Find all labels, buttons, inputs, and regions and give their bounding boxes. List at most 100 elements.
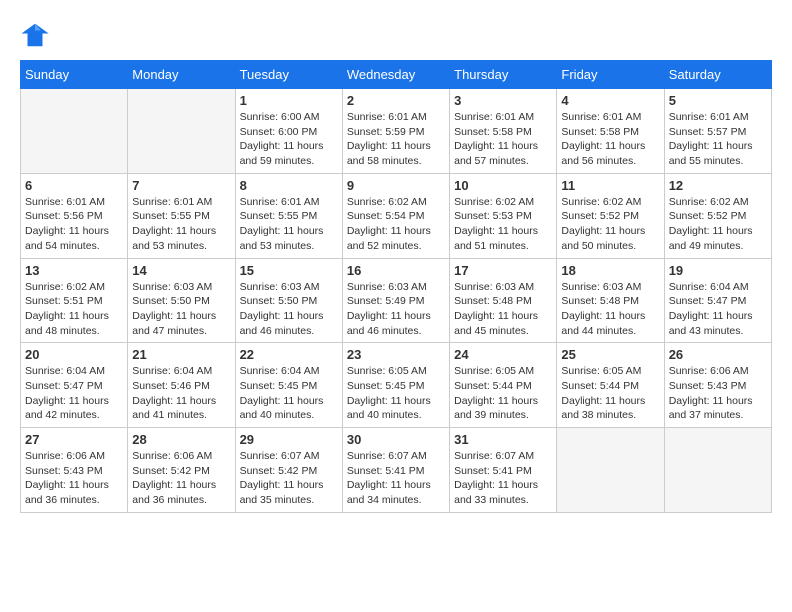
day-number: 8 [240,178,338,193]
calendar-day-cell: 24 Sunrise: 6:05 AMSunset: 5:44 PMDayligh… [450,343,557,428]
calendar-day-cell: 5Sunrise: 6:01 AMSunset: 5:57 PMDaylight… [664,89,771,174]
calendar-week-row: 13Sunrise: 6:02 AMSunset: 5:51 PMDayligh… [21,258,772,343]
calendar-day-cell: 26 Sunrise: 6:06 AMSunset: 5:43 PMDayligh… [664,343,771,428]
day-info: Sunrise: 6:05 AMSunset: 5:45 PMDaylight:… [347,364,445,423]
calendar-day-cell: 2 Sunrise: 6:01 AMSunset: 5:59 PMDaylight… [342,89,449,174]
calendar-day-cell: 27Sunrise: 6:06 AMSunset: 5:43 PMDayligh… [21,428,128,513]
day-number: 14 [132,263,230,278]
calendar-day-cell [128,89,235,174]
calendar-day-cell: 3 Sunrise: 6:01 AMSunset: 5:58 PMDaylight… [450,89,557,174]
logo-icon [20,20,50,50]
day-number: 21 [132,347,230,362]
calendar-day-cell: 6Sunrise: 6:01 AMSunset: 5:56 PMDaylight… [21,173,128,258]
calendar-day-cell: 30 Sunrise: 6:07 AMSunset: 5:41 PMDayligh… [342,428,449,513]
calendar-day-cell: 21 Sunrise: 6:04 AMSunset: 5:46 PMDayligh… [128,343,235,428]
calendar-day-cell: 17 Sunrise: 6:03 AMSunset: 5:48 PMDayligh… [450,258,557,343]
day-info: Sunrise: 6:02 AMSunset: 5:52 PMDaylight:… [669,195,767,254]
weekday-header: Monday [128,61,235,89]
day-number: 12 [669,178,767,193]
calendar-day-cell: 18 Sunrise: 6:03 AMSunset: 5:48 PMDayligh… [557,258,664,343]
day-number: 7 [132,178,230,193]
day-info: Sunrise: 6:01 AMSunset: 5:58 PMDaylight:… [454,110,552,169]
calendar-day-cell: 1 Sunrise: 6:00 AMSunset: 6:00 PMDaylight… [235,89,342,174]
calendar-week-row: 27Sunrise: 6:06 AMSunset: 5:43 PMDayligh… [21,428,772,513]
day-number: 18 [561,263,659,278]
day-number: 30 [347,432,445,447]
calendar-day-cell [21,89,128,174]
day-info: Sunrise: 6:07 AMSunset: 5:42 PMDaylight:… [240,449,338,508]
calendar-day-cell: 4 Sunrise: 6:01 AMSunset: 5:58 PMDaylight… [557,89,664,174]
day-info: Sunrise: 6:03 AMSunset: 5:49 PMDaylight:… [347,280,445,339]
day-info: Sunrise: 6:04 AMSunset: 5:45 PMDaylight:… [240,364,338,423]
day-info: Sunrise: 6:07 AMSunset: 5:41 PMDaylight:… [454,449,552,508]
day-number: 2 [347,93,445,108]
day-number: 28 [132,432,230,447]
calendar-day-cell: 10 Sunrise: 6:02 AMSunset: 5:53 PMDayligh… [450,173,557,258]
day-info: Sunrise: 6:01 AMSunset: 5:56 PMDaylight:… [25,195,123,254]
day-number: 26 [669,347,767,362]
calendar-day-cell [557,428,664,513]
calendar-day-cell: 31 Sunrise: 6:07 AMSunset: 5:41 PMDayligh… [450,428,557,513]
day-number: 27 [25,432,123,447]
calendar-week-row: 1 Sunrise: 6:00 AMSunset: 6:00 PMDaylight… [21,89,772,174]
calendar-day-cell: 28 Sunrise: 6:06 AMSunset: 5:42 PMDayligh… [128,428,235,513]
calendar-day-cell: 7 Sunrise: 6:01 AMSunset: 5:55 PMDaylight… [128,173,235,258]
weekday-header: Sunday [21,61,128,89]
day-info: Sunrise: 6:02 AMSunset: 5:51 PMDaylight:… [25,280,123,339]
day-number: 31 [454,432,552,447]
calendar-table: SundayMondayTuesdayWednesdayThursdayFrid… [20,60,772,513]
calendar-day-cell: 12 Sunrise: 6:02 AMSunset: 5:52 PMDayligh… [664,173,771,258]
calendar-week-row: 6Sunrise: 6:01 AMSunset: 5:56 PMDaylight… [21,173,772,258]
calendar-week-row: 20Sunrise: 6:04 AMSunset: 5:47 PMDayligh… [21,343,772,428]
calendar-day-cell: 9Sunrise: 6:02 AMSunset: 5:54 PMDaylight… [342,173,449,258]
day-number: 22 [240,347,338,362]
calendar-day-cell: 23 Sunrise: 6:05 AMSunset: 5:45 PMDayligh… [342,343,449,428]
day-info: Sunrise: 6:01 AMSunset: 5:55 PMDaylight:… [240,195,338,254]
day-number: 29 [240,432,338,447]
day-info: Sunrise: 6:03 AMSunset: 5:50 PMDaylight:… [240,280,338,339]
day-info: Sunrise: 6:01 AMSunset: 5:55 PMDaylight:… [132,195,230,254]
day-number: 15 [240,263,338,278]
day-info: Sunrise: 6:01 AMSunset: 5:59 PMDaylight:… [347,110,445,169]
day-number: 20 [25,347,123,362]
calendar-day-cell: 19 Sunrise: 6:04 AMSunset: 5:47 PMDayligh… [664,258,771,343]
day-info: Sunrise: 6:03 AMSunset: 5:50 PMDaylight:… [132,280,230,339]
day-number: 1 [240,93,338,108]
weekday-header: Friday [557,61,664,89]
day-info: Sunrise: 6:04 AMSunset: 5:47 PMDaylight:… [669,280,767,339]
day-number: 23 [347,347,445,362]
day-number: 16 [347,263,445,278]
day-number: 4 [561,93,659,108]
calendar-day-cell: 22 Sunrise: 6:04 AMSunset: 5:45 PMDayligh… [235,343,342,428]
day-info: Sunrise: 6:04 AMSunset: 5:46 PMDaylight:… [132,364,230,423]
day-number: 24 [454,347,552,362]
calendar-day-cell: 15 Sunrise: 6:03 AMSunset: 5:50 PMDayligh… [235,258,342,343]
day-number: 17 [454,263,552,278]
day-info: Sunrise: 6:01 AMSunset: 5:58 PMDaylight:… [561,110,659,169]
day-info: Sunrise: 6:06 AMSunset: 5:42 PMDaylight:… [132,449,230,508]
calendar-day-cell: 29 Sunrise: 6:07 AMSunset: 5:42 PMDayligh… [235,428,342,513]
day-info: Sunrise: 6:00 AMSunset: 6:00 PMDaylight:… [240,110,338,169]
page-header [20,20,772,50]
day-number: 10 [454,178,552,193]
day-info: Sunrise: 6:05 AMSunset: 5:44 PMDaylight:… [454,364,552,423]
day-info: Sunrise: 6:07 AMSunset: 5:41 PMDaylight:… [347,449,445,508]
calendar-day-cell: 11Sunrise: 6:02 AMSunset: 5:52 PMDayligh… [557,173,664,258]
day-number: 25 [561,347,659,362]
weekday-header: Wednesday [342,61,449,89]
day-info: Sunrise: 6:06 AMSunset: 5:43 PMDaylight:… [669,364,767,423]
day-info: Sunrise: 6:03 AMSunset: 5:48 PMDaylight:… [561,280,659,339]
calendar-day-cell: 14 Sunrise: 6:03 AMSunset: 5:50 PMDayligh… [128,258,235,343]
day-info: Sunrise: 6:03 AMSunset: 5:48 PMDaylight:… [454,280,552,339]
weekday-header: Thursday [450,61,557,89]
day-info: Sunrise: 6:01 AMSunset: 5:57 PMDaylight:… [669,110,767,169]
weekday-header: Saturday [664,61,771,89]
day-info: Sunrise: 6:02 AMSunset: 5:53 PMDaylight:… [454,195,552,254]
calendar-day-cell: 20Sunrise: 6:04 AMSunset: 5:47 PMDayligh… [21,343,128,428]
day-number: 3 [454,93,552,108]
day-number: 19 [669,263,767,278]
day-info: Sunrise: 6:05 AMSunset: 5:44 PMDaylight:… [561,364,659,423]
calendar-day-cell: 25 Sunrise: 6:05 AMSunset: 5:44 PMDayligh… [557,343,664,428]
weekday-header: Tuesday [235,61,342,89]
day-info: Sunrise: 6:02 AMSunset: 5:52 PMDaylight:… [561,195,659,254]
